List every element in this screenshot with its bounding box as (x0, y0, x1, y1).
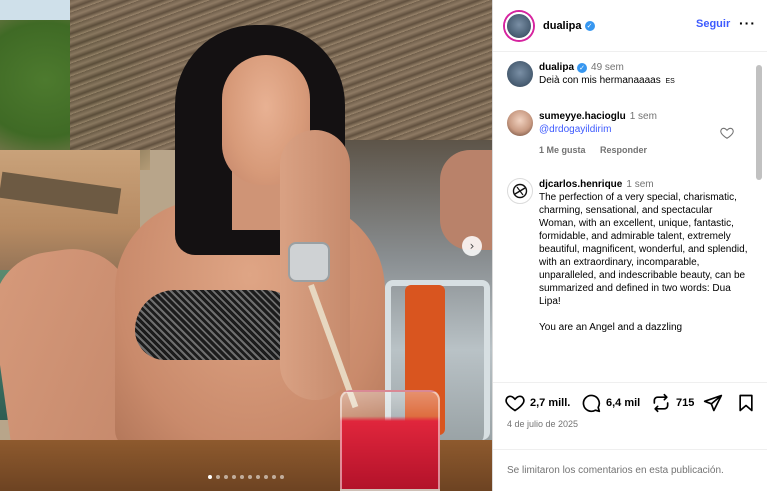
post-header: dualipa ✓ Seguir ··· (493, 0, 767, 52)
carousel-dot (240, 475, 244, 479)
photo-watch (288, 242, 330, 282)
comment-username[interactable]: djcarlos.henrique (539, 179, 622, 190)
comment-time[interactable]: 1 sem (630, 111, 657, 122)
comments-scrollbar[interactable] (756, 65, 762, 180)
translation-tag[interactable]: ES (666, 78, 675, 85)
post-side-panel: dualipa ✓ Seguir ··· dualipa ✓ 49 sem Deià… (492, 0, 767, 491)
comment-time[interactable]: 1 sem (626, 179, 653, 190)
comment-username[interactable]: dualipa (539, 62, 574, 73)
heart-icon[interactable] (720, 126, 734, 140)
repost-icon (653, 393, 669, 413)
comment-text: The perfection of a very special, charis… (539, 192, 748, 307)
avatar[interactable] (505, 11, 533, 40)
comment-button[interactable]: 6,4 mil (581, 393, 640, 413)
comments-limited-notice: Se limitaron los comentarios en esta pub… (493, 449, 767, 491)
dj-logo-icon (512, 183, 528, 199)
carousel-dots (0, 475, 492, 479)
comments-list[interactable]: dualipa ✓ 49 sem Deià con mis hermanaaaas … (493, 53, 767, 379)
avatar[interactable] (507, 110, 533, 136)
avatar[interactable] (507, 61, 533, 87)
header-username[interactable]: dualipa (543, 20, 582, 32)
verified-badge-icon: ✓ (584, 20, 595, 31)
like-button[interactable]: 2,7 mill. (505, 393, 570, 413)
comment-username[interactable]: sumeyye.hacioglu (539, 111, 626, 122)
carousel-dot (216, 475, 220, 479)
comment-meta: 1 Me gusta Responder (539, 144, 749, 157)
comments-limited-text: Se limitaron los comentarios en esta pub… (507, 465, 724, 476)
carousel-dot (248, 475, 252, 479)
post-date[interactable]: 4 de julio de 2025 (507, 419, 578, 429)
bookmark-icon (739, 394, 753, 412)
comment-time[interactable]: 49 sem (591, 62, 624, 73)
carousel-dot (256, 475, 260, 479)
send-icon (703, 394, 723, 412)
comments-count[interactable]: 6,4 mil (606, 397, 640, 409)
avatar[interactable] (507, 178, 533, 204)
chevron-right-icon: › (469, 239, 475, 253)
repost-button[interactable]: 715 (651, 393, 694, 413)
carousel-dot (208, 475, 212, 479)
carousel-dot (224, 475, 228, 479)
share-button[interactable] (703, 393, 723, 413)
reply-button[interactable]: Responder (600, 145, 647, 155)
comment-likes-count[interactable]: 1 Me gusta (539, 145, 586, 155)
carousel-dot (264, 475, 268, 479)
likes-count[interactable]: 2,7 mill. (530, 397, 570, 409)
save-button[interactable] (736, 393, 756, 413)
carousel-next-button[interactable]: › (462, 236, 482, 256)
verified-badge-icon: ✓ (577, 63, 588, 73)
comment-bubble-icon (582, 394, 601, 413)
heart-icon (505, 395, 525, 412)
carousel-dot (280, 475, 284, 479)
carousel-dot (272, 475, 276, 479)
post-photo[interactable]: › (0, 0, 492, 491)
comment-text-continued: You are an Angel and a dazzling (539, 322, 683, 333)
more-options-icon[interactable]: ··· (739, 15, 756, 31)
post-actions-bar: 2,7 mill. 6,4 mil 715 (493, 382, 767, 422)
comment-text: Deià con mis hermanaaaas (539, 75, 661, 86)
reposts-count[interactable]: 715 (676, 397, 694, 409)
photo-person-right (440, 150, 492, 250)
carousel-dot (232, 475, 236, 479)
comment-mention-link[interactable]: @drdogayildirim (539, 124, 611, 135)
follow-button[interactable]: Seguir (696, 18, 730, 30)
